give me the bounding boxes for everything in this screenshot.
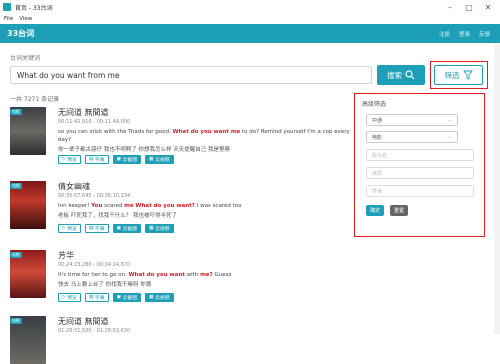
english-line: It's time for her to go on. What do you … bbox=[58, 272, 232, 278]
movie-title[interactable]: 无间道 無間道 bbox=[58, 107, 109, 118]
category-badge: 电影 bbox=[10, 252, 22, 258]
chinese-line: 老板 吓死我了，找我干什么？ 我也被吓得半死了 bbox=[58, 213, 177, 219]
cloud-screenshot-button[interactable]: ▣ 云截图 bbox=[112, 155, 142, 164]
play-icon: ▷ bbox=[62, 295, 66, 300]
chevron-down-icon: ⌄ bbox=[447, 117, 452, 123]
search-label: 台词关键词 bbox=[10, 55, 41, 62]
search-button[interactable]: 搜索 bbox=[377, 65, 425, 85]
subtitle-button[interactable]: ▤ 字幕 bbox=[84, 155, 109, 164]
preview-button[interactable]: ▷ 预览 bbox=[58, 293, 81, 302]
english-line: Inn keeper! You scared me What do you wa… bbox=[58, 203, 242, 209]
search-input[interactable]: What do you want from me bbox=[10, 66, 372, 84]
chinese-line: 你一辈子都古惑仔 我也不明啊了 你想我怎么样 天天提醒自己 我是警察 bbox=[58, 147, 230, 153]
chinese-line: 快去 马上要上台了 你找我干嘛呀 你猜 bbox=[58, 282, 152, 288]
login-link[interactable]: 登录 bbox=[459, 30, 470, 38]
play-icon: ▷ bbox=[62, 157, 66, 162]
cloud-screenshot-button[interactable]: ▣ 云截图 bbox=[112, 224, 142, 233]
subtitle-button[interactable]: ▤ 字幕 bbox=[84, 293, 109, 302]
cloud-video-button[interactable]: ▦ 云视频 bbox=[145, 293, 174, 302]
image-icon: ▣ bbox=[116, 295, 122, 300]
category-badge: 电影 bbox=[10, 183, 22, 189]
brand-logo[interactable]: 33台词 bbox=[7, 28, 34, 39]
search-icon bbox=[405, 70, 415, 80]
timestamp: 00:11:42,910 - 00:11:44,000 bbox=[58, 119, 131, 125]
menu-view[interactable]: View bbox=[19, 16, 32, 22]
category-badge: 电影 bbox=[10, 109, 22, 115]
cloud-video-button[interactable]: ▦ 云视频 bbox=[145, 155, 174, 164]
image-icon: ▣ bbox=[116, 226, 122, 231]
scrollbar[interactable] bbox=[494, 44, 500, 334]
minimize-icon[interactable]: – bbox=[440, 0, 460, 14]
filter-panel-title: 高级筛选 bbox=[362, 101, 387, 108]
result-count: 一共 7271 条记录 bbox=[10, 96, 60, 103]
preview-button[interactable]: ▷ 预览 bbox=[58, 224, 81, 233]
timestamp: 01:28:51,500 - 01:28:53,630 bbox=[58, 328, 131, 334]
cloud-screenshot-button[interactable]: ▣ 云截图 bbox=[112, 293, 142, 302]
advanced-filter-panel: 高级筛选 中通 ⌄ 电影 ⌄ 影片名 演员 导演 确定 重置 bbox=[362, 99, 480, 216]
film-icon: ▦ bbox=[149, 226, 154, 231]
movie-title[interactable]: 倩女幽魂 bbox=[58, 181, 90, 192]
movie-title[interactable]: 无间道 無間道 bbox=[58, 316, 109, 327]
confirm-button[interactable]: 确定 bbox=[366, 205, 384, 216]
subtitle-button[interactable]: ▤ 字幕 bbox=[84, 224, 109, 233]
film-icon: ▦ bbox=[149, 157, 154, 162]
english-line: so you can stick with the Triads for goo… bbox=[58, 129, 350, 143]
feedback-link[interactable]: 反馈 bbox=[479, 30, 490, 38]
menu-bar: File View bbox=[0, 14, 500, 24]
image-icon: ▣ bbox=[116, 157, 122, 162]
top-navbar: 33台词 注册 登录 反馈 bbox=[0, 24, 500, 43]
play-icon: ▷ bbox=[62, 226, 66, 231]
maximize-icon[interactable]: □ bbox=[459, 0, 479, 14]
timestamp: 00:24:23,280 - 00:24:24,670 bbox=[58, 262, 131, 268]
film-icon: ▦ bbox=[149, 295, 154, 300]
app-icon bbox=[3, 3, 11, 11]
timestamp: 00:35:07,645 - 00:35:10,134 bbox=[58, 193, 131, 199]
chevron-down-icon: ⌄ bbox=[447, 134, 452, 140]
close-icon[interactable]: ✕ bbox=[478, 0, 498, 14]
search-button-label: 搜索 bbox=[387, 70, 402, 80]
category-badge: 电影 bbox=[10, 318, 22, 324]
doc-icon: ▤ bbox=[88, 157, 94, 162]
menu-file[interactable]: File bbox=[4, 16, 13, 22]
window-titlebar: 首页 - 33台词 bbox=[0, 0, 500, 14]
filter-button-label: 筛选 bbox=[444, 70, 460, 80]
director-input[interactable]: 导演 bbox=[366, 185, 474, 197]
filter-button[interactable]: 筛选 bbox=[434, 65, 483, 85]
language-select[interactable]: 中通 ⌄ bbox=[366, 114, 458, 126]
actor-input[interactable]: 演员 bbox=[366, 167, 474, 179]
cloud-video-button[interactable]: ▦ 云视频 bbox=[145, 224, 174, 233]
preview-button[interactable]: ▷ 预览 bbox=[58, 155, 81, 164]
register-link[interactable]: 注册 bbox=[439, 30, 450, 38]
window-title: 首页 - 33台词 bbox=[15, 4, 53, 12]
filter-funnel-icon bbox=[462, 70, 473, 80]
movie-name-input[interactable]: 影片名 bbox=[366, 149, 474, 161]
type-select[interactable]: 电影 ⌄ bbox=[366, 131, 458, 143]
doc-icon: ▤ bbox=[88, 295, 94, 300]
reset-button[interactable]: 重置 bbox=[390, 205, 408, 216]
movie-title[interactable]: 芳华 bbox=[58, 250, 74, 261]
doc-icon: ▤ bbox=[88, 226, 94, 231]
